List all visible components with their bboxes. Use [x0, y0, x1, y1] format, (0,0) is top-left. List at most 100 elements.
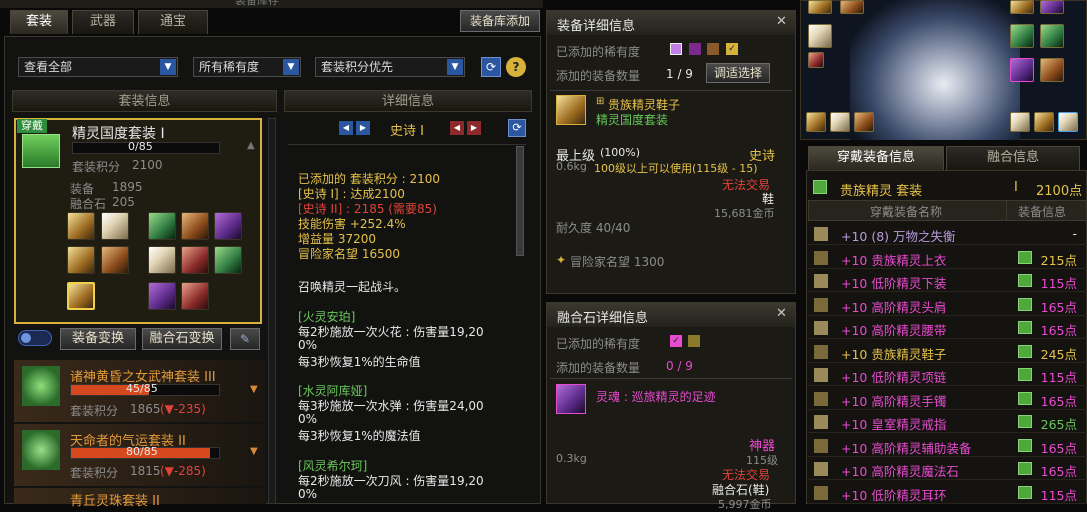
block-line: 每3秒恢复1%的生命值 [298, 355, 421, 369]
next-tier-button[interactable]: ▶ [467, 121, 481, 135]
slot-icon[interactable] [808, 52, 824, 68]
slot-icon[interactable] [1058, 112, 1078, 132]
equip-points: 165点 [1040, 464, 1077, 479]
equip-row[interactable]: +10 低阶精灵下装 115点 [808, 270, 1087, 292]
item-slot-icon[interactable] [181, 246, 209, 274]
item-slot-icon[interactable] [214, 246, 242, 274]
refresh-icon[interactable]: ⟳ [508, 119, 526, 137]
leaf-icon [22, 430, 60, 470]
slot-icon[interactable] [1040, 24, 1064, 48]
rarity-swatch[interactable] [670, 43, 682, 55]
wrench-icon[interactable]: ✎ [230, 328, 260, 350]
slot-icon[interactable] [840, 0, 864, 14]
library-add-button[interactable]: 装备库添加 [460, 10, 540, 32]
item-slot-icon[interactable] [148, 246, 176, 274]
book-icon [1018, 344, 1032, 358]
slot-icon[interactable] [854, 112, 874, 132]
set-list-scrollbar[interactable] [268, 118, 276, 504]
equip-slot-icon [814, 485, 828, 500]
adjust-select-button[interactable]: 调适选择 [706, 63, 770, 83]
refresh-icon[interactable]: ⟳ [481, 57, 501, 77]
equip-row[interactable]: +10 高阶精灵头肩 165点 [808, 294, 1087, 316]
view-select[interactable]: 查看全部 ▼ [18, 57, 178, 77]
equip-row[interactable]: +10 低阶精灵耳环 115点 [808, 482, 1087, 504]
equip-row[interactable]: +10 高阶精灵手镯 165点 [808, 388, 1087, 410]
equip-row[interactable]: +10 贵族精灵上衣 215点 [808, 247, 1087, 269]
set-score-delta: (▼-285) [160, 464, 206, 478]
equip-slot-icon [814, 250, 828, 265]
prev-tier-button[interactable]: ◀ [450, 121, 464, 135]
item-slot-icon[interactable] [101, 212, 129, 240]
item-slot-icon[interactable] [67, 246, 95, 274]
slot-icon[interactable] [1010, 0, 1034, 14]
tab-equipped-info[interactable]: 穿戴装备信息 [808, 146, 944, 170]
slot-icon[interactable] [1040, 0, 1064, 14]
slot-icon[interactable] [830, 112, 850, 132]
rarity-swatch[interactable] [707, 43, 719, 55]
slot-icon[interactable] [1034, 112, 1054, 132]
equip-row[interactable]: +10 皇室精灵戒指 265点 [808, 411, 1087, 433]
slot-icon[interactable] [1040, 58, 1064, 82]
equip-row[interactable]: +10 高阶精灵辅助装备 165点 [808, 435, 1087, 457]
item-level-req: 100级以上可以使用(115级 - 15) [594, 162, 758, 175]
tab-weapon[interactable]: 武器 [72, 10, 134, 34]
set-score: 1815 [130, 464, 161, 478]
item-slot-icon[interactable] [67, 212, 95, 240]
item-slot-icon[interactable] [181, 282, 209, 310]
rarity-swatch[interactable] [688, 335, 700, 347]
rarity-check-icon[interactable]: ✓ [670, 335, 682, 347]
tab-set[interactable]: 套装 [10, 10, 68, 34]
item-slot-icon[interactable] [148, 282, 176, 310]
slot-icon[interactable] [1010, 112, 1030, 132]
sort-select[interactable]: 套装积分优先 ▼ [315, 57, 465, 77]
equip-points: 165点 [1040, 393, 1077, 409]
equip-name: +10 皇室精灵戒指 [841, 417, 947, 432]
equip-row[interactable]: +10 高阶精灵魔法石 165点 [808, 458, 1087, 480]
rarity-select[interactable]: 所有稀有度 ▼ [193, 57, 301, 77]
fusion-swap-button[interactable]: 融合石变换 [142, 328, 222, 350]
equip-detail-header: 装备详细信息 [557, 19, 636, 34]
next-button[interactable]: ▶ [356, 121, 370, 135]
equip-row[interactable]: +10 贵族精灵鞋子 245点 [808, 341, 1087, 363]
equip-row[interactable]: +10 低阶精灵项链 115点 [808, 364, 1087, 386]
close-icon[interactable]: ✕ [776, 14, 787, 29]
equip-row[interactable]: +10 (8) 万物之失衡 - [808, 223, 1087, 245]
slot-icon[interactable] [808, 24, 832, 48]
slot-icon[interactable] [808, 0, 832, 14]
helmet-icon [22, 366, 60, 406]
expand-arrow-icon[interactable]: ▲ [247, 140, 255, 151]
detail-scrollbar[interactable] [516, 146, 524, 256]
equip-slot-icon [814, 462, 828, 476]
item-slot-icon[interactable] [181, 212, 209, 240]
item-slot-icon[interactable] [148, 212, 176, 240]
rarity-label: 已添加的稀有度 [556, 45, 641, 59]
help-icon[interactable]: ? [506, 57, 526, 77]
equip-points: 265点 [1040, 417, 1077, 432]
rarity-check-icon[interactable]: ✓ [726, 43, 738, 55]
swap-toggle[interactable] [18, 330, 52, 346]
item-slot-icon[interactable] [214, 212, 242, 240]
book-icon [22, 134, 60, 168]
item-slot-icon[interactable] [67, 282, 95, 310]
slot-icon[interactable] [1010, 24, 1034, 48]
count-label: 添加的装备数量 [556, 69, 641, 83]
tab-fusion-info[interactable]: 融合信息 [946, 146, 1080, 170]
equip-col-name: 穿戴装备名称 [870, 205, 943, 219]
equip-name: +10 高阶精灵手镯 [841, 393, 947, 409]
equip-swap-button[interactable]: 装备变换 [60, 328, 136, 350]
book-icon [1018, 250, 1032, 264]
prev-button[interactable]: ◀ [339, 121, 353, 135]
slot-icon[interactable] [806, 112, 826, 132]
expand-arrow-icon[interactable]: ▼ [250, 384, 258, 395]
slot-icon[interactable] [1010, 58, 1034, 82]
equip-slot-icon [814, 368, 828, 382]
rarity-swatch[interactable] [689, 43, 701, 55]
tab-currency[interactable]: 通宝 [138, 10, 208, 34]
close-icon[interactable]: ✕ [776, 306, 787, 321]
set-score-delta: (▼-235) [160, 402, 206, 416]
expand-arrow-icon[interactable]: ▼ [250, 446, 258, 457]
book-icon [1018, 485, 1032, 499]
equip-slot-icon [814, 391, 828, 406]
item-slot-icon[interactable] [101, 246, 129, 274]
equip-row[interactable]: +10 高阶精灵腰带 165点 [808, 317, 1087, 339]
